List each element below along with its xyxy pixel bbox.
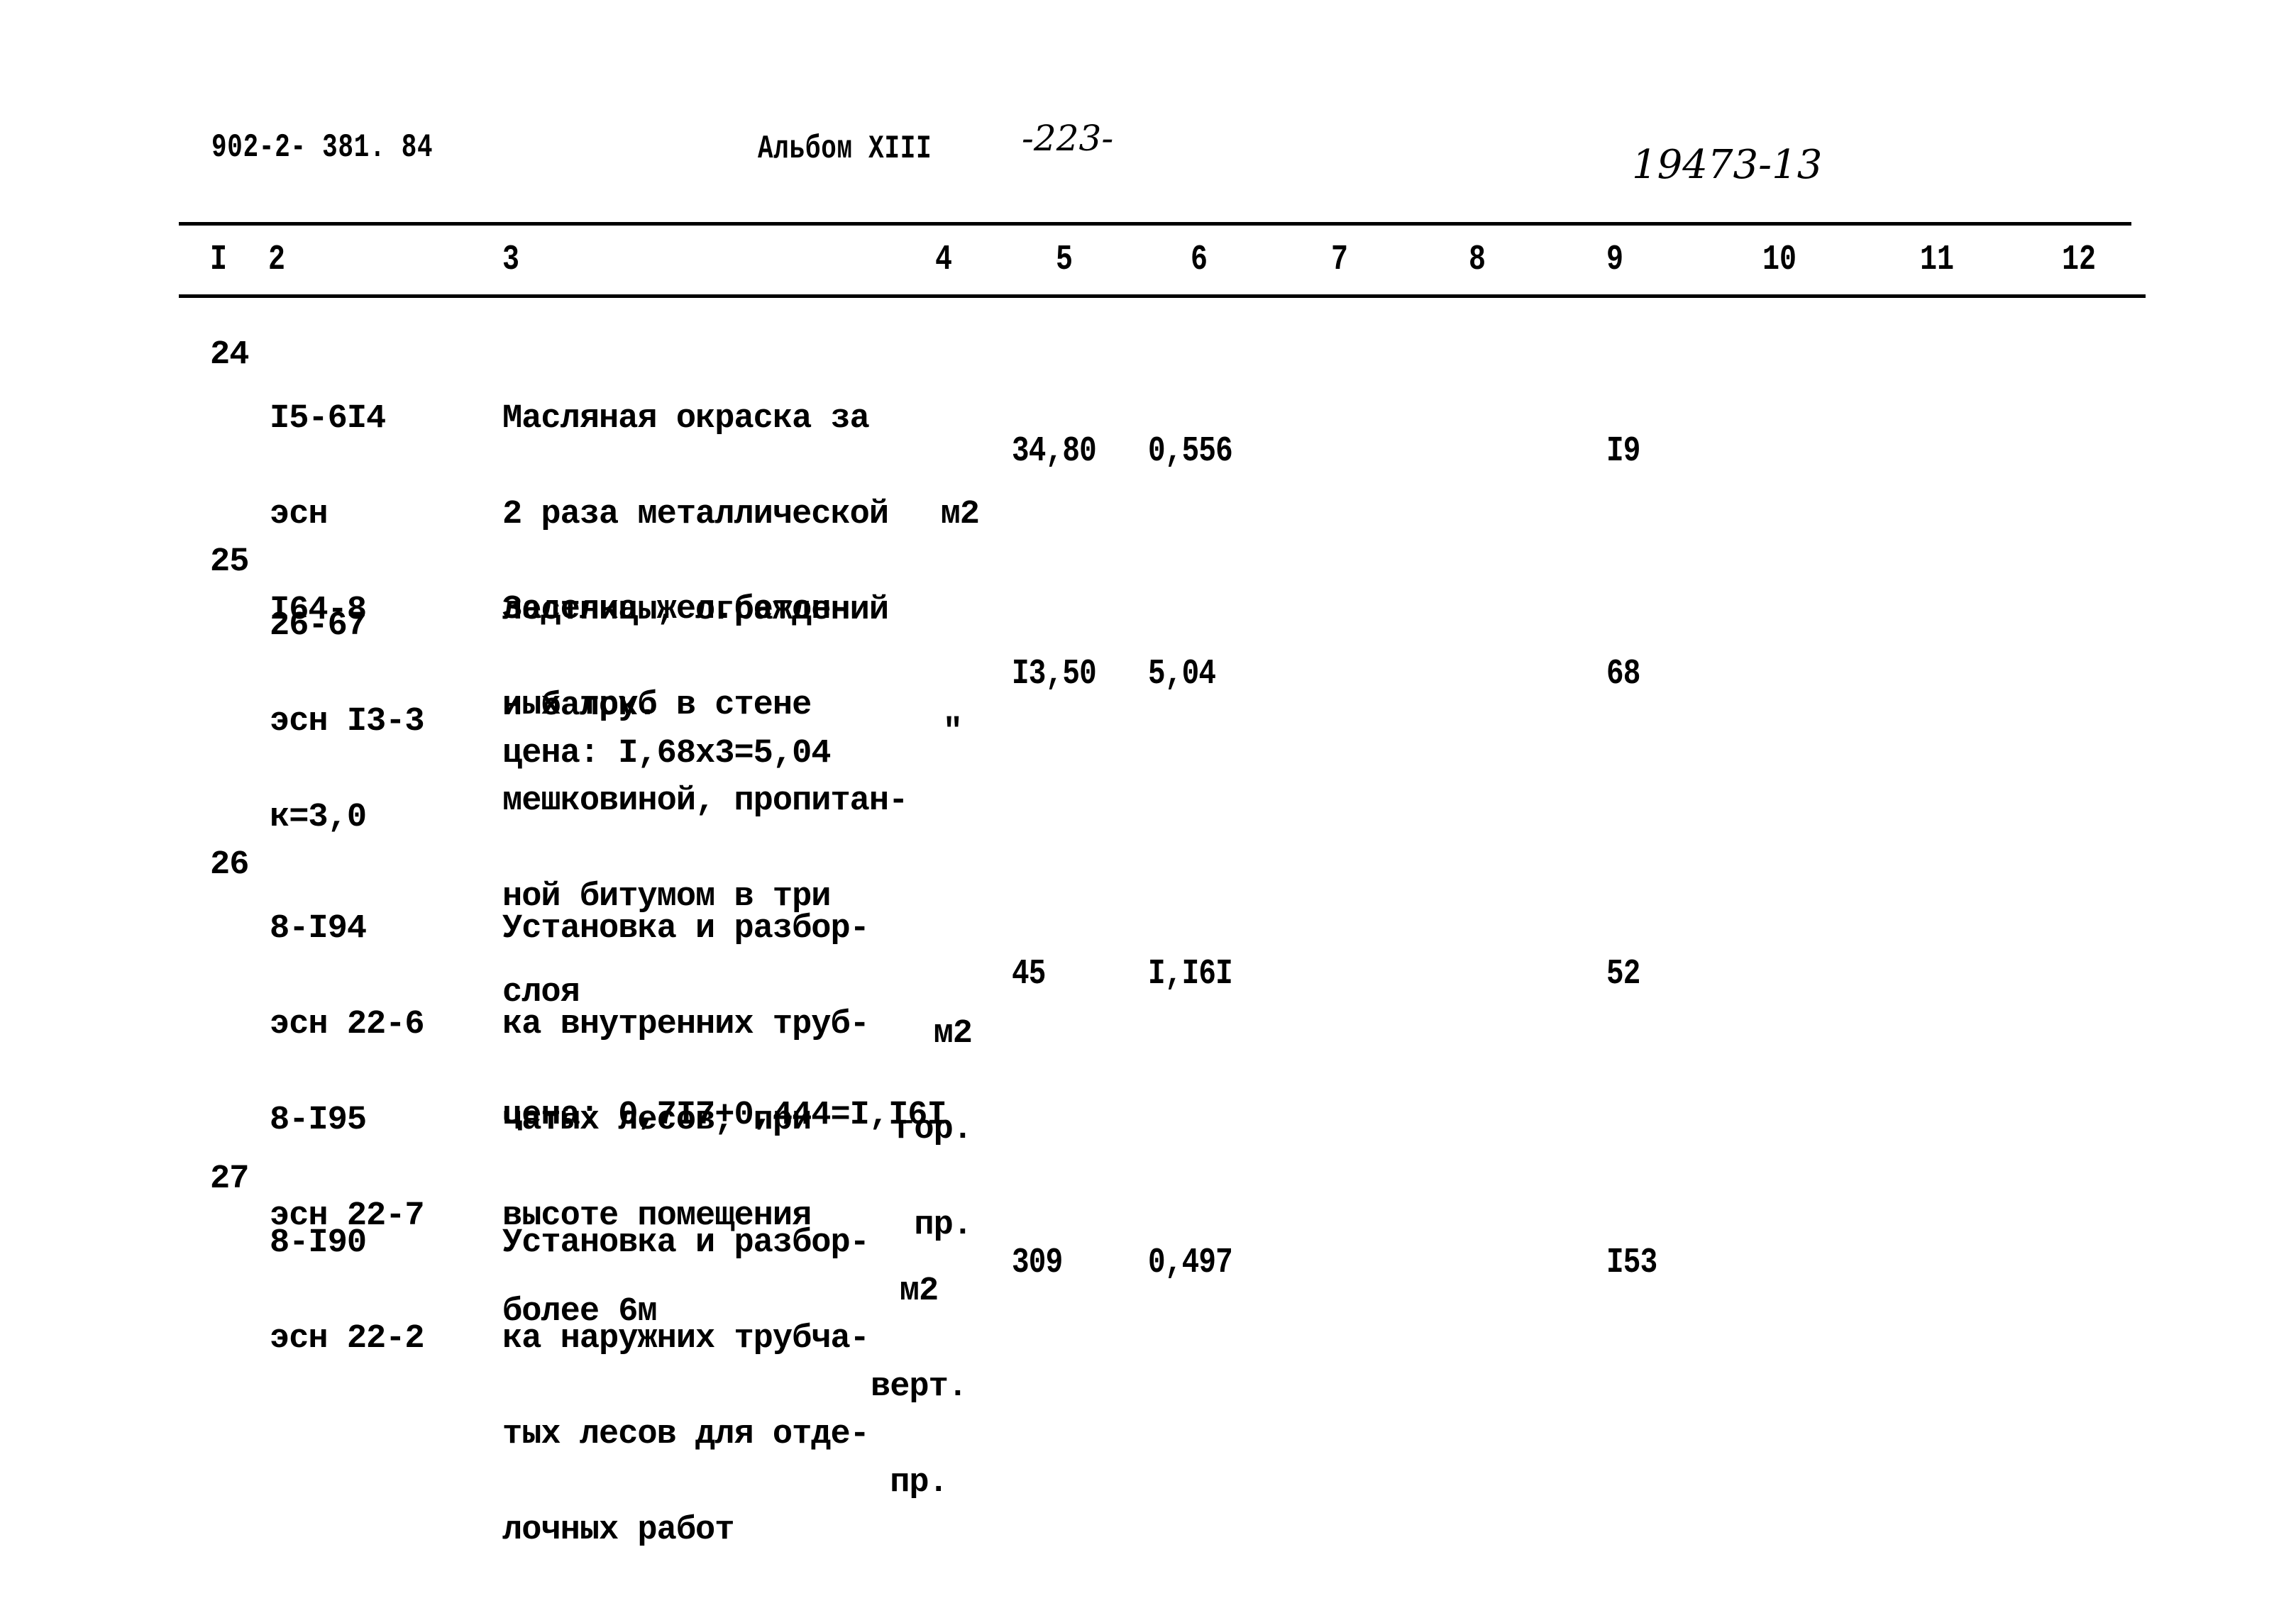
unit-price: I,I6I: [1148, 954, 1233, 994]
column-header: 11: [1920, 240, 1955, 280]
description-line: Заделка жел.бетон-: [502, 591, 851, 628]
document-code: 902-2- 381. 84: [211, 129, 434, 166]
code-line: эсн 22-2: [270, 1320, 425, 1358]
description-line: ных труб в стене: [502, 687, 812, 724]
handwritten-reference: 19473-13: [1632, 142, 1823, 188]
total-cost: I53: [1606, 1243, 1657, 1283]
column-header: 7: [1331, 240, 1349, 280]
unit: м2 верт. пр.: [869, 1212, 968, 1563]
unit-line: ": [942, 714, 963, 751]
row-number: 26: [210, 846, 249, 884]
description-line: ка наружних трубча-: [502, 1320, 870, 1358]
code-line: к=3,0: [270, 799, 367, 836]
column-header: 9: [1606, 240, 1624, 280]
row-number: 27: [210, 1160, 249, 1198]
page-number: -223-: [1022, 118, 1114, 159]
total-cost: 68: [1606, 654, 1640, 694]
description-line: Масляная окраска за: [502, 400, 870, 438]
unit-line: м2: [933, 1015, 973, 1053]
description-line: Установка и разбор-: [502, 1224, 870, 1262]
row-number: 24: [210, 336, 249, 374]
unit-line: м2: [940, 496, 980, 533]
norm-code: 26-67 эсн I3-3 к=3,0: [270, 546, 425, 897]
code-line: I5-6I4: [270, 400, 386, 438]
unit-price: 0,556: [1148, 431, 1233, 472]
quantity: 309: [1012, 1243, 1063, 1283]
column-header: 4: [935, 240, 953, 280]
total-cost: I9: [1606, 431, 1640, 472]
code-line: эсн 22-6: [270, 1006, 425, 1043]
top-rule: [179, 222, 2131, 226]
unit-price: 5,04: [1148, 654, 1216, 694]
column-header: I: [210, 240, 228, 280]
column-header: 8: [1469, 240, 1486, 280]
unit-line: верт.: [870, 1368, 968, 1406]
unit: ": [922, 653, 963, 812]
price-note: цена: I,68x3=5,04: [502, 735, 831, 772]
column-header: 2: [268, 240, 286, 280]
description-line: 2 раза металлической: [502, 496, 889, 533]
description-line: мешковиной, пропитан-: [502, 782, 908, 820]
quantity: 45: [1012, 954, 1046, 994]
album-label: Альбом XIII: [758, 131, 932, 167]
unit: м2: [922, 435, 980, 594]
column-header: 6: [1191, 240, 1208, 280]
description-line: Установка и разбор-: [502, 910, 870, 948]
work-description: Установка и разбор- ка наружних трубча- …: [502, 1163, 870, 1610]
column-header: 12: [2062, 240, 2097, 280]
total-cost: 52: [1606, 954, 1640, 994]
description-line: лочных работ: [502, 1512, 734, 1549]
code-line: эсн I3-3: [270, 703, 425, 741]
code-line: 8-I90: [270, 1224, 367, 1262]
quantity: 34,80: [1012, 431, 1097, 472]
norm-code: 8-I90 эсн 22-2: [270, 1163, 425, 1419]
unit-line: пр.: [890, 1464, 949, 1502]
column-header: 3: [502, 240, 520, 280]
column-header: 10: [1762, 240, 1797, 280]
unit-price: 0,497: [1148, 1243, 1233, 1283]
row-number: 25: [210, 543, 249, 581]
code-line: 8-I95: [270, 1102, 367, 1139]
bottom-rule: [179, 294, 2146, 298]
column-header: 5: [1056, 240, 1074, 280]
description-line: ка внутренних труб-: [502, 1006, 870, 1043]
unit-line: м2: [899, 1273, 939, 1310]
quantity: I3,50: [1012, 654, 1097, 694]
code-line: 26-67: [270, 607, 367, 645]
code-line: эсн: [270, 496, 329, 533]
price-note: цена: 0,7I7+0,444=I,I6I: [502, 1097, 947, 1134]
description-line: тых лесов для отде-: [502, 1416, 870, 1453]
code-line: 8-I94: [270, 910, 367, 948]
